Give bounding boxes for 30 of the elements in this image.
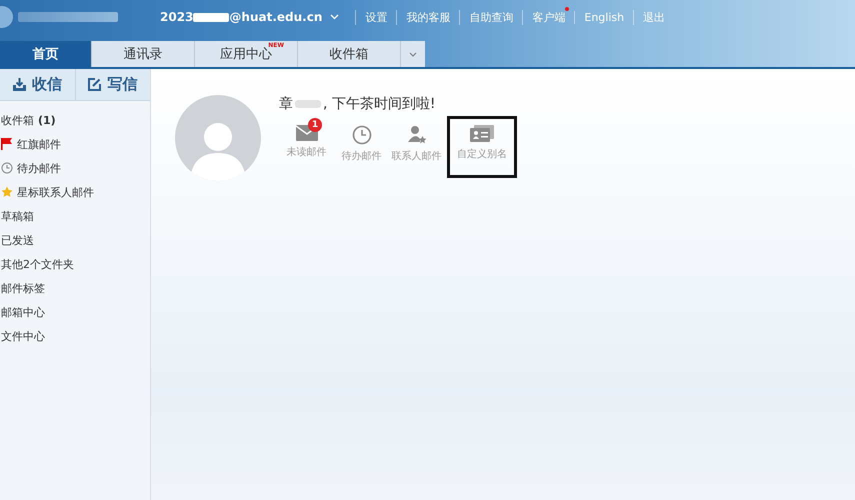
folder-item[interactable]: 红旗邮件 [0,132,150,156]
edit-icon [88,78,102,91]
account-dropdown[interactable]: 2023 @huat.edu.cn [154,9,346,25]
folder-item[interactable]: 其他2个文件夹 [0,252,150,276]
download-icon [12,78,26,91]
person-star-icon [406,125,426,145]
nav-tab[interactable]: 首页 [0,41,92,67]
folder-item[interactable]: 邮箱中心 [0,300,150,324]
star-icon [1,186,13,198]
mail-action-button[interactable]: 收信 [0,69,74,100]
more-tabs-button[interactable] [401,41,425,67]
clock-icon [352,125,372,145]
folder-item[interactable]: 待办邮件 [0,156,150,180]
id-card-icon [470,125,494,143]
folder-item[interactable]: 文件中心 [0,324,150,348]
count-badge: 1 [308,118,322,132]
shortcut-button[interactable]: 未读邮件 1 [279,119,334,175]
clock-icon [1,162,13,174]
folder-item[interactable]: 收件箱 (1) [0,108,150,132]
greeting-text: 章 , 下午茶时间到啦! [279,95,437,113]
folder-item[interactable]: 草稿箱 [0,204,150,228]
flag-icon [1,138,13,150]
nav-tab[interactable]: 通讯录 [92,41,195,67]
mail-action-button[interactable]: 写信 [74,69,150,100]
folder-item[interactable]: 星标联系人邮件 [0,180,150,204]
chevron-down-icon [409,52,417,56]
folder-item[interactable]: 已发送 [0,228,150,252]
chevron-down-icon [330,14,340,20]
nav-tab[interactable]: 收件箱 [298,41,401,67]
folder-item[interactable]: 邮件标签 [0,276,150,300]
